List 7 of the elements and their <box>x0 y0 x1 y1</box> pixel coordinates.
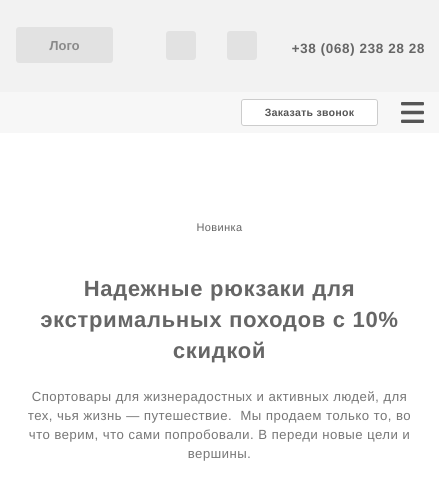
callback-button[interactable]: Заказать звонок <box>241 99 378 126</box>
tag-label: Новинка <box>196 222 243 234</box>
hero-heading: Надежные рюкзаки для экстримальных походов с 10% скидкой <box>39 275 400 365</box>
phone-number[interactable]: +38 (068) 238 28 28 <box>292 41 425 56</box>
logo[interactable]: Лого <box>16 27 113 63</box>
hero-description: Спортовары для жизнерадостных и активных людей, для тех, чья жизнь — путешествие. Мы продаем только то, во что верим, что сами попробовали. В переди новые цели и вершины. <box>26 388 412 463</box>
menu-icon[interactable] <box>401 102 424 123</box>
